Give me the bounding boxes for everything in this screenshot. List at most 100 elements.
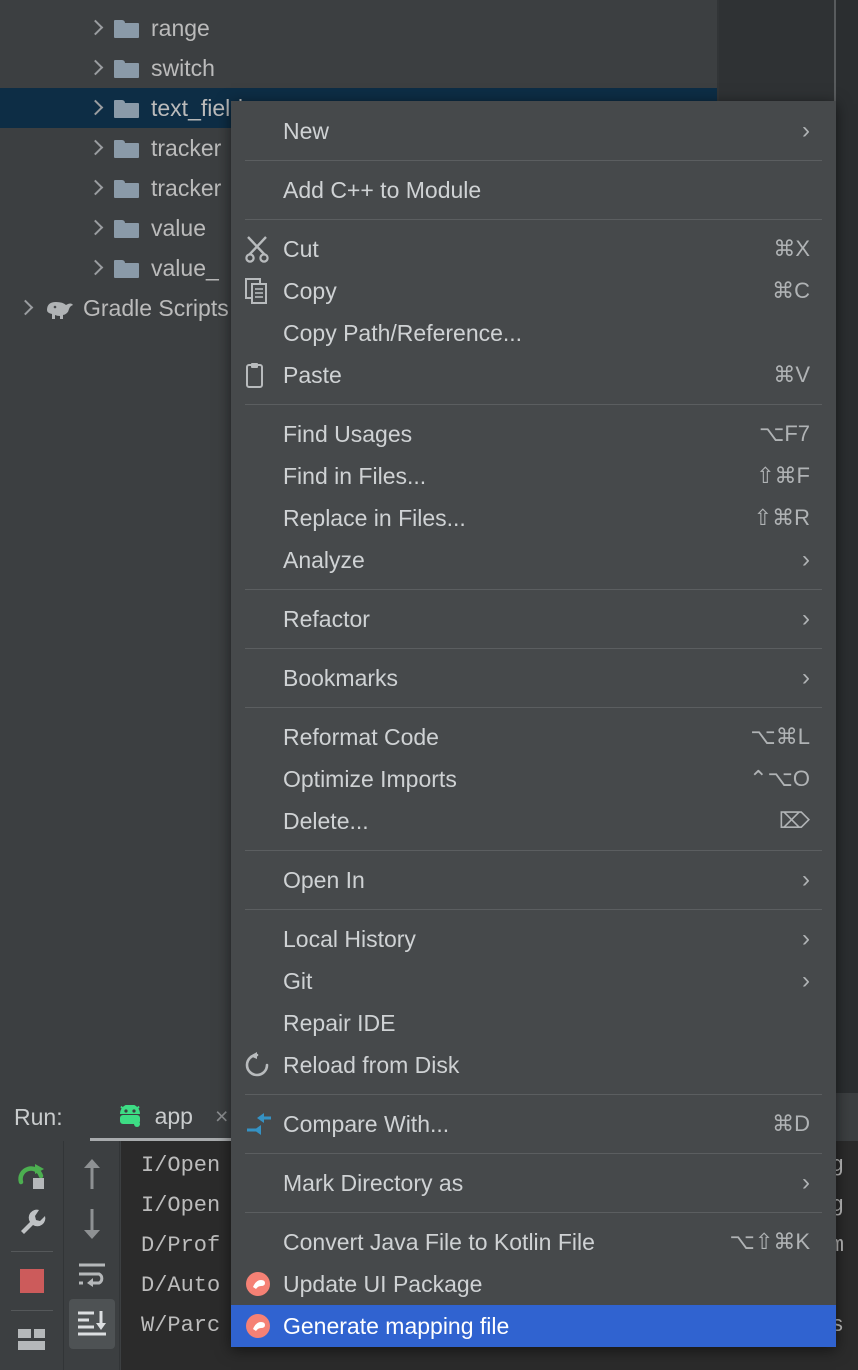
tree-item-label: tracker [151, 174, 222, 201]
arrow-down-icon[interactable] [69, 1199, 115, 1249]
toolbar-divider [10, 1310, 53, 1311]
menu-icon-placeholder [245, 1229, 283, 1255]
menu-item-git[interactable]: Git › [231, 960, 836, 1002]
menu-icon-placeholder [245, 118, 283, 144]
folder-icon [114, 138, 140, 158]
run-toolbar-secondary [64, 1141, 120, 1370]
menu-item-paste[interactable]: Paste ⌘V [231, 354, 836, 396]
tree-item-label: switch [151, 54, 215, 81]
menu-item-compare-with[interactable]: Compare With... ⌘D [231, 1103, 836, 1145]
menu-item-label: Mark Directory as [283, 1169, 464, 1196]
chevron-right-icon[interactable] [18, 301, 32, 315]
menu-separator [245, 707, 822, 708]
menu-icon-placeholder [245, 320, 283, 346]
run-tab-app[interactable]: app × [115, 1102, 228, 1132]
scissors-icon [245, 236, 283, 263]
log-line-text: W/Parc [141, 1312, 221, 1338]
tree-item-range[interactable]: range [0, 8, 719, 48]
stop-icon[interactable] [9, 1258, 55, 1304]
menu-icon-placeholder [245, 1170, 283, 1196]
chevron-right-icon[interactable]: › [796, 868, 810, 892]
menu-item-reload-from-disk[interactable]: Reload from Disk [231, 1044, 836, 1086]
chevron-right-icon[interactable]: › [796, 548, 810, 572]
menu-item-generate-mapping-file[interactable]: Generate mapping file [231, 1305, 836, 1347]
menu-item-label: Optimize Imports [283, 765, 457, 792]
menu-item-copy-path-reference[interactable]: Copy Path/Reference... [231, 312, 836, 354]
plugin-icon [245, 1313, 283, 1339]
folder-icon [114, 98, 140, 118]
rerun-icon[interactable] [9, 1153, 55, 1199]
menu-item-label: Copy Path/Reference... [283, 319, 523, 346]
tree-item-label: tracker [151, 134, 222, 161]
arrow-up-icon[interactable] [69, 1149, 115, 1199]
menu-item-new[interactable]: New › [231, 110, 836, 152]
menu-item-mark-directory-as[interactable]: Mark Directory as › [231, 1162, 836, 1204]
menu-separator [245, 1153, 822, 1154]
copy-icon [245, 277, 283, 304]
menu-separator [245, 909, 822, 910]
menu-icon-placeholder [245, 968, 283, 994]
menu-icon-placeholder [245, 177, 283, 203]
refresh-icon [245, 1052, 283, 1078]
log-line-text: D/Prof [141, 1232, 221, 1258]
menu-item-label: New [283, 117, 330, 144]
settings-wrench-icon[interactable] [9, 1199, 55, 1245]
menu-item-label: Update UI Package [283, 1270, 483, 1297]
menu-item-replace-in-files[interactable]: Replace in Files... ⇧⌘R [231, 497, 836, 539]
menu-item-shortcut: ⌥⇧⌘K [729, 1229, 810, 1254]
compare-icon [245, 1111, 283, 1137]
menu-item-analyze[interactable]: Analyze › [231, 539, 836, 581]
menu-item-find-usages[interactable]: Find Usages ⌥F7 [231, 413, 836, 455]
menu-item-local-history[interactable]: Local History › [231, 918, 836, 960]
chevron-right-icon[interactable] [88, 141, 102, 155]
menu-item-find-in-files[interactable]: Find in Files... ⇧⌘F [231, 455, 836, 497]
menu-icon-placeholder [245, 606, 283, 632]
folder-icon [114, 218, 140, 238]
menu-item-label: Open In [283, 866, 365, 893]
run-tab-label: app [154, 1102, 193, 1129]
chevron-right-icon[interactable] [88, 61, 102, 75]
scroll-to-end-icon[interactable] [68, 1299, 115, 1349]
tree-item-label: value_ [151, 254, 219, 281]
menu-item-delete[interactable]: Delete... ⌦ [231, 800, 836, 842]
tree-item-switch[interactable]: switch [0, 48, 719, 88]
menu-separator [245, 648, 822, 649]
chevron-right-icon[interactable]: › [796, 607, 810, 631]
menu-item-open-in[interactable]: Open In › [231, 859, 836, 901]
menu-item-repair-ide[interactable]: Repair IDE [231, 1002, 836, 1044]
menu-item-label: Paste [283, 361, 342, 388]
menu-item-update-ui-package[interactable]: Update UI Package [231, 1263, 836, 1305]
menu-icon-placeholder [245, 547, 283, 573]
chevron-right-icon[interactable] [88, 181, 102, 195]
menu-separator [245, 160, 822, 161]
close-icon[interactable]: × [215, 1103, 228, 1130]
menu-item-shortcut: ⇧⌘R [753, 505, 810, 530]
chevron-right-icon[interactable] [88, 261, 102, 275]
chevron-right-icon[interactable]: › [796, 1171, 810, 1195]
chevron-right-icon[interactable]: › [796, 119, 810, 143]
menu-item-label: Repair IDE [283, 1009, 396, 1036]
folder-icon [114, 18, 140, 38]
chevron-right-icon[interactable] [88, 101, 102, 115]
menu-item-bookmarks[interactable]: Bookmarks › [231, 657, 836, 699]
chevron-right-icon[interactable] [88, 21, 102, 35]
chevron-right-icon[interactable]: › [796, 969, 810, 993]
menu-item-reformat-code[interactable]: Reformat Code ⌥⌘L [231, 716, 836, 758]
menu-item-cut[interactable]: Cut ⌘X [231, 228, 836, 270]
layout-icon[interactable] [9, 1317, 55, 1363]
chevron-right-icon[interactable]: › [796, 927, 810, 951]
menu-item-shortcut: ⌘X [773, 236, 810, 261]
soft-wrap-icon[interactable] [69, 1249, 115, 1299]
menu-item-copy[interactable]: Copy ⌘C [231, 270, 836, 312]
menu-separator [245, 1212, 822, 1213]
menu-item-refactor[interactable]: Refactor › [231, 598, 836, 640]
menu-item-optimize-imports[interactable]: Optimize Imports ⌃⌥O [231, 758, 836, 800]
menu-item-add-c-to-module[interactable]: Add C++ to Module [231, 169, 836, 211]
chevron-right-icon[interactable]: › [796, 666, 810, 690]
menu-item-convert-java-file-to-kotlin-file[interactable]: Convert Java File to Kotlin File ⌥⇧⌘K [231, 1221, 836, 1263]
menu-icon-placeholder [245, 665, 283, 691]
gradle-elephant-icon [44, 297, 74, 319]
chevron-right-icon[interactable] [88, 221, 102, 235]
menu-icon-placeholder [245, 724, 283, 750]
context-menu[interactable]: New › Add C++ to Module Cut ⌘X Copy ⌘C Copy Pat… [231, 101, 836, 1347]
